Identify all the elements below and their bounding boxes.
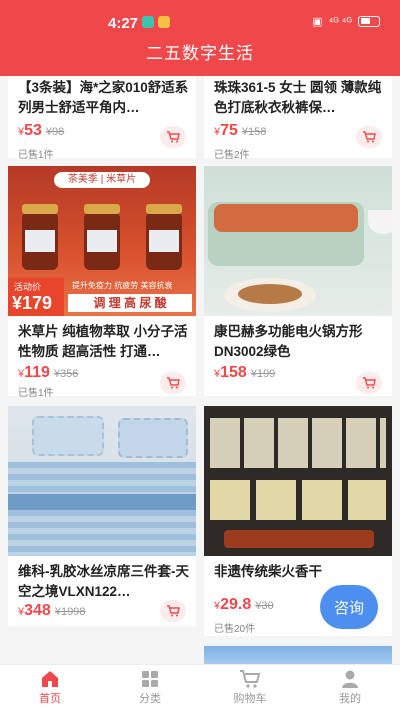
pillow — [32, 416, 104, 456]
cart-icon — [167, 131, 180, 143]
tofu-rack — [210, 480, 386, 520]
category-icon — [142, 671, 158, 687]
jar — [84, 204, 120, 270]
nfc-icon: ▣ — [312, 16, 323, 28]
product-card[interactable]: 康巴赫多功能电火锅方形DN3002绿色 ¥158 ¥199 — [204, 166, 392, 396]
tab-profile[interactable]: 我的 — [300, 665, 400, 711]
page-title: 二五数字生活 — [146, 44, 254, 63]
product-card[interactable]: 【3条装】海*之家010舒适系列男士舒适平角内… ¥53 ¥98 已售1件 — [8, 76, 196, 161]
app-header: 二五数字生活 — [0, 44, 400, 76]
product-price: ¥53 ¥98 — [18, 122, 65, 139]
image-tags: 提升免疫力 抗疲劳 美容抗衰 — [72, 281, 173, 290]
product-price: ¥75 ¥158 — [214, 122, 267, 139]
product-title: 【3条装】海*之家010舒适系列男士舒适平角内… — [18, 80, 189, 115]
product-title: 维科-乳胶冰丝凉席三件套-天空之境VLXN122… — [18, 564, 189, 599]
sold-count: 已售1件 — [18, 388, 54, 399]
original-price: ¥158 — [241, 126, 267, 138]
hotpot-food — [214, 204, 358, 232]
bowl — [368, 210, 392, 234]
image-brand-label: 茶美季 | 米草片 — [54, 172, 150, 188]
product-grid: 【3条装】海*之家010舒适系列男士舒适平角内… ¥53 ¥98 已售1件 珠珠3… — [0, 76, 400, 664]
tab-home[interactable]: 首页 — [0, 665, 100, 711]
product-image — [204, 406, 392, 556]
original-price: ¥356 — [53, 368, 79, 380]
product-card[interactable]: 珠珠361-5 女士 圆领 薄款纯色打底秋衣秋裤保… ¥75 ¥158 已售2件 — [204, 76, 392, 161]
original-price: ¥98 — [45, 126, 65, 138]
sold-count: 已售1件 — [18, 150, 54, 161]
cart-icon — [363, 377, 376, 389]
battery-icon — [358, 16, 380, 27]
add-to-cart-button[interactable] — [356, 126, 382, 148]
signal-icon: ⁴ᴳ ⁴ᴳ — [328, 15, 352, 28]
status-time: 4:27 — [108, 15, 139, 32]
add-to-cart-button[interactable] — [356, 372, 382, 394]
tab-label: 首页 — [39, 693, 61, 705]
product-image — [204, 166, 392, 316]
sold-count: 已售20件 — [214, 624, 256, 635]
tab-cart[interactable]: 购物车 — [200, 665, 300, 711]
original-price: ¥1998 — [54, 606, 86, 618]
status-right: ▣ ⁴ᴳ ⁴ᴳ — [312, 15, 380, 28]
image-banner: 调 理 高 尿 酸 — [68, 294, 192, 312]
cart-icon — [363, 131, 376, 143]
consult-label: 咨询 — [333, 599, 364, 617]
product-price: ¥119 ¥356 — [18, 364, 79, 381]
cart-icon — [167, 377, 180, 389]
user-icon — [342, 670, 358, 688]
product-image — [8, 406, 196, 556]
app-notification-icon — [158, 16, 170, 28]
product-price: ¥348 ¥1998 — [18, 602, 86, 619]
product-price: ¥29.8 ¥30 — [214, 596, 274, 613]
tofu-rack — [210, 418, 386, 468]
promo-badge: 活动价 ¥179 — [8, 278, 64, 316]
product-card[interactable]: 维科-乳胶冰丝凉席三件套-天空之境VLXN122… ¥348 ¥1998 — [8, 406, 196, 626]
tab-label: 分类 — [139, 693, 161, 705]
cart-icon — [167, 605, 180, 617]
home-icon — [42, 671, 58, 687]
product-image: 茶美季 | 米草片 活动价 ¥179 提升免疫力 抗疲劳 美容抗衰 调 理 高 … — [8, 166, 196, 316]
add-to-cart-button[interactable] — [160, 126, 186, 148]
plate — [224, 278, 316, 312]
jar — [146, 204, 182, 270]
product-price: ¥158 ¥199 — [214, 364, 276, 381]
original-price: ¥30 — [255, 600, 274, 612]
status-bar: 4:27 ▣ ⁴ᴳ ⁴ᴳ — [0, 0, 400, 44]
product-card[interactable]: 茶美季 | 米草片 活动价 ¥179 提升免疫力 抗疲劳 美容抗衰 调 理 高 … — [8, 166, 196, 399]
consult-button[interactable]: 咨询 — [320, 585, 378, 629]
bottom-tabbar: 首页 分类 购物车 我的 — [0, 664, 400, 711]
tab-category[interactable]: 分类 — [100, 665, 200, 711]
sold-count: 已售2件 — [214, 150, 250, 161]
product-title: 珠珠361-5 女士 圆领 薄款纯色打底秋衣秋裤保… — [214, 80, 382, 115]
jar — [22, 204, 58, 270]
add-to-cart-button[interactable] — [160, 372, 186, 394]
product-title: 康巴赫多功能电火锅方形DN3002绿色 — [214, 324, 363, 359]
tab-label: 我的 — [339, 693, 361, 705]
elephant-band — [8, 494, 196, 510]
app-notification-icon — [142, 16, 154, 28]
add-to-cart-button[interactable] — [160, 600, 186, 622]
product-title: 非遗传统柴火香干 — [214, 564, 322, 579]
fire-glow — [224, 530, 374, 548]
cart-icon — [240, 670, 261, 688]
next-product-image — [204, 646, 392, 664]
original-price: ¥199 — [250, 368, 276, 380]
pillow — [118, 418, 188, 458]
product-title: 米草片 纯植物萃取 小分子活性物质 超高活性 打通… — [18, 324, 188, 359]
tab-label: 购物车 — [233, 693, 267, 705]
